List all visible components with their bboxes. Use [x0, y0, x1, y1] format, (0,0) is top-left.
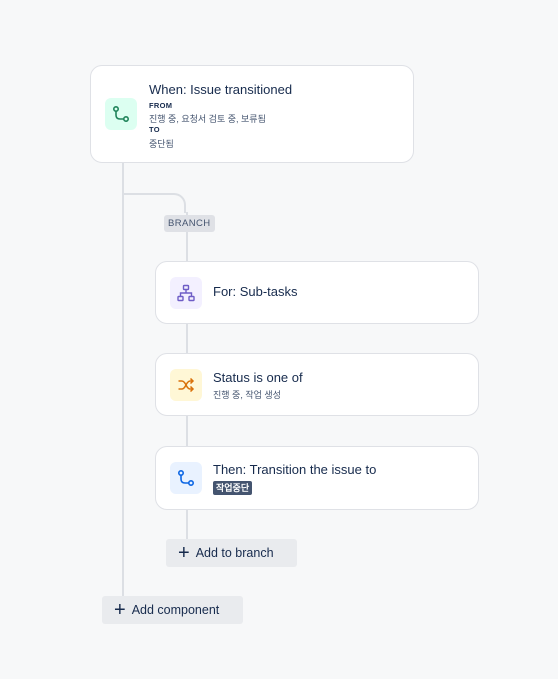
branch-for-title: For: Sub-tasks [213, 284, 298, 299]
trigger-icon-box [105, 98, 137, 130]
condition-card[interactable]: Status is one of 진행 중, 작업 생성 [155, 353, 479, 416]
hierarchy-icon [177, 284, 195, 302]
branch-connector-line-2 [186, 323, 188, 353]
status-lozenge: 작업중단 [213, 481, 253, 495]
trigger-title: When: Issue transitioned [149, 82, 293, 97]
action-card[interactable]: Then: Transition the issue to 작업중단 [155, 446, 479, 510]
transition-icon [112, 105, 130, 123]
add-component-label: Add component [131, 603, 220, 617]
branch-connector-line-4 [186, 509, 188, 539]
add-to-branch-button[interactable]: + Add to branch [166, 539, 297, 567]
condition-title: Status is one of [213, 370, 303, 385]
add-component-button[interactable]: + Add component [102, 596, 243, 624]
shuffle-icon [178, 377, 195, 393]
branch-tag: BRANCH [164, 215, 215, 232]
branch-for-card[interactable]: For: Sub-tasks [155, 261, 479, 324]
action-title: Then: Transition the issue to [213, 462, 377, 477]
main-connector-line [122, 163, 124, 596]
branch-connector-curve [122, 193, 186, 213]
to-label: TO [149, 125, 160, 134]
add-to-branch-label: Add to branch [195, 546, 274, 560]
trigger-card[interactable]: When: Issue transitioned FROM 진행 중, 요청서 … [90, 65, 414, 163]
branch-connector-line-3 [186, 415, 188, 446]
branch-icon-box [170, 277, 202, 309]
plus-icon: + [114, 599, 126, 621]
plus-icon: + [178, 542, 190, 564]
action-icon-box [170, 462, 202, 494]
from-label: FROM [149, 101, 173, 110]
condition-value: 진행 중, 작업 생성 [213, 390, 281, 400]
transition-icon [177, 469, 195, 487]
from-value: 진행 중, 요청서 검토 중, 보류됨 [149, 114, 266, 124]
condition-icon-box [170, 369, 202, 401]
to-value: 중단됨 [149, 139, 174, 149]
